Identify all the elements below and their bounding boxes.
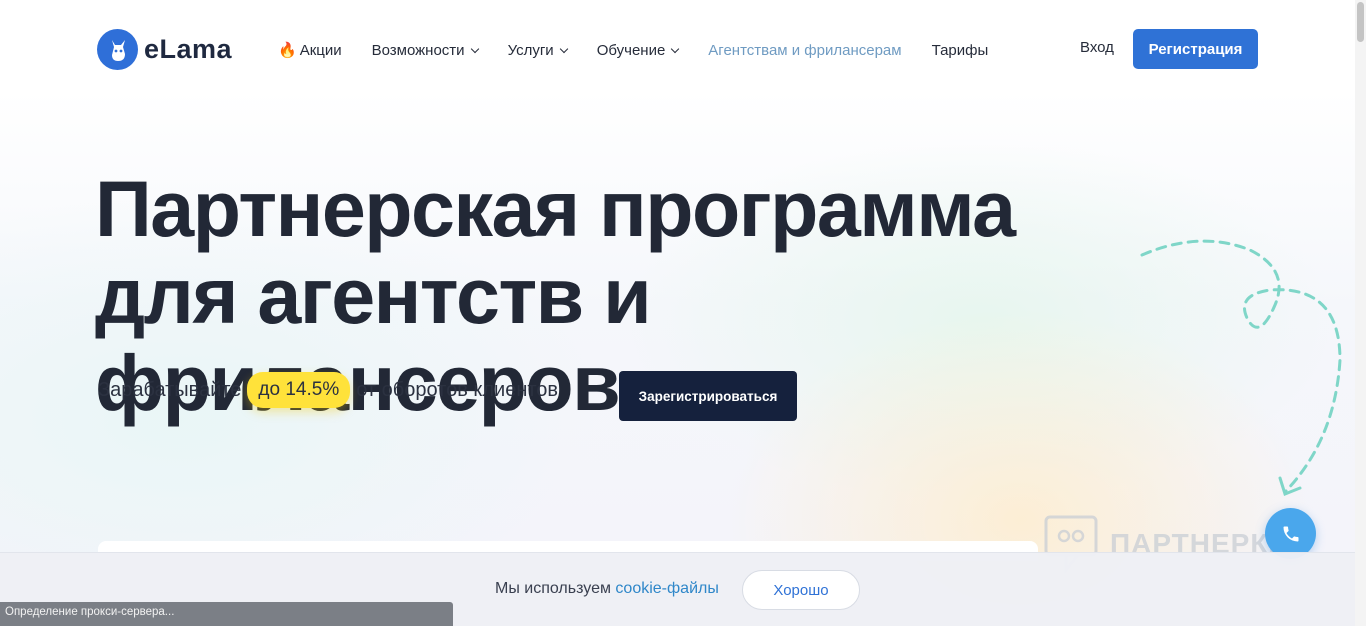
hero-title-line1: Партнерская программа [95, 164, 1016, 253]
cookie-message: Мы используем cookie-файлы [495, 580, 719, 598]
nav-item-features[interactable]: Возможности [371, 39, 479, 61]
hero-subtitle: Зарабатывайте до 14.5% от оборотов клиен… [98, 372, 558, 408]
cookie-accept-button[interactable]: Хорошо [742, 570, 860, 610]
dashed-arrow-decoration [1140, 239, 1342, 496]
scrollbar-thumb[interactable] [1357, 2, 1364, 42]
nav-item-label: Обучение [596, 41, 666, 59]
nav-item-label: Услуги [507, 41, 554, 59]
nav-item-education[interactable]: Обучение [596, 39, 680, 61]
login-link[interactable]: Вход [1080, 39, 1114, 56]
cookie-text: Мы используем [495, 580, 611, 597]
nav-item-services[interactable]: Услуги [507, 39, 568, 61]
nav-item-agencies[interactable]: Агентствам и фрилансерам [708, 39, 901, 61]
phone-icon [1283, 526, 1298, 541]
chevron-down-icon [671, 44, 680, 53]
main-nav: 🔥 Акции Возможности Услуги Обучение Аген… [278, 39, 1018, 61]
site-header: eLama 🔥 Акции Возможности Услуги Обучени… [0, 0, 1366, 96]
chevron-down-icon [559, 44, 568, 53]
subtitle-text-after: от оборотов клиентов [356, 378, 559, 401]
scrollbar-track[interactable] [1355, 0, 1366, 626]
fire-icon: 🔥 [278, 42, 297, 59]
subtitle-text-before: Зарабатывайте [98, 378, 242, 401]
signup-cta-button[interactable]: Зарегистрироваться [619, 371, 797, 421]
nav-item-label: Агентствам и фрилансерам [708, 41, 902, 59]
logo-text: eLama [144, 34, 233, 64]
browser-status-bar: Определение прокси-сервера... [0, 602, 453, 626]
nav-item-label: Акции [299, 41, 342, 59]
chevron-down-icon [470, 44, 479, 53]
logo[interactable]: eLama [97, 29, 232, 70]
register-button[interactable]: Регистрация [1133, 29, 1258, 69]
nav-item-promotions[interactable]: 🔥 Акции [278, 39, 342, 61]
nav-item-label: Возможности [371, 41, 465, 59]
nav-item-pricing[interactable]: Тарифы [932, 39, 989, 61]
cookie-policy-link[interactable]: cookie-файлы [615, 580, 718, 597]
nav-item-label: Тарифы [931, 41, 989, 59]
commission-highlight: до 14.5% [247, 372, 351, 408]
llama-logo-icon [97, 29, 138, 70]
